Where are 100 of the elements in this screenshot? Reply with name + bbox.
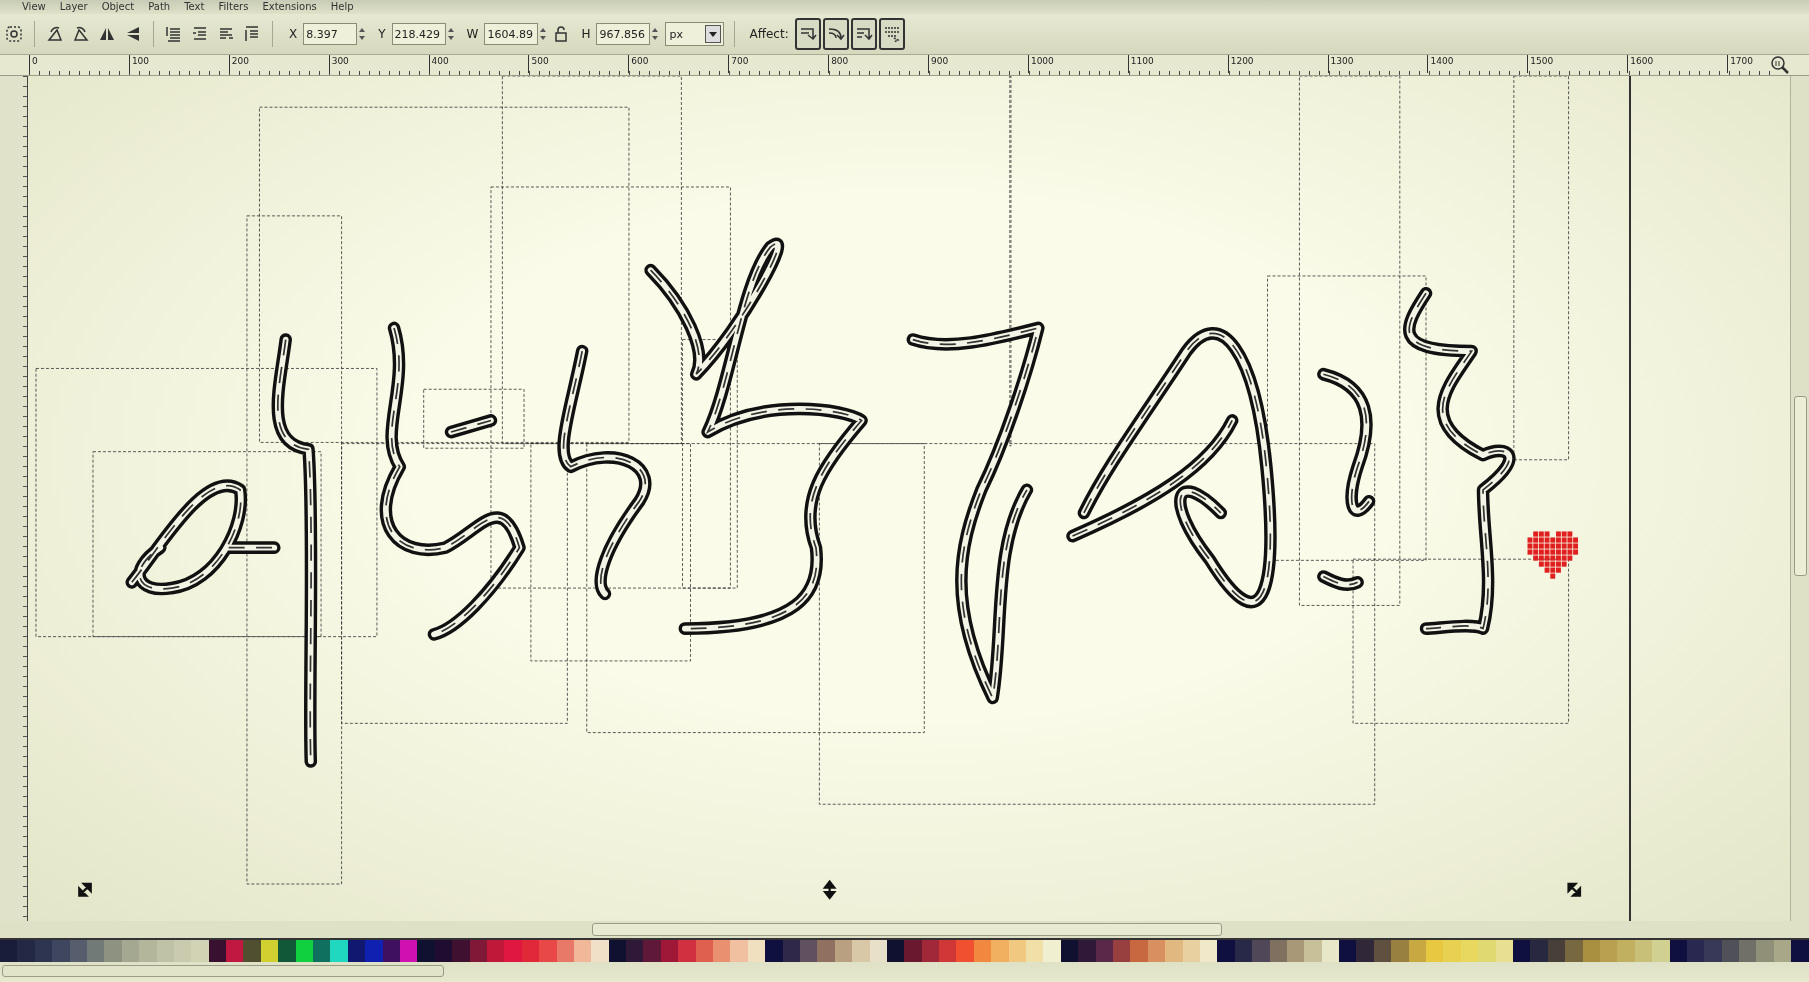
- ruler-label: 800: [828, 55, 928, 73]
- palette-scrollbar-thumb[interactable]: [2, 965, 444, 977]
- color-swatch[interactable]: [1391, 940, 1409, 962]
- horizontal-scrollbar[interactable]: [0, 921, 1809, 938]
- rotate-right-icon[interactable]: [71, 24, 91, 44]
- number-field[interactable]: 1604.89: [484, 23, 539, 45]
- color-swatch[interactable]: [1704, 940, 1722, 962]
- ruler-label: 1200: [1227, 55, 1328, 73]
- ruler-label: 1500: [1527, 55, 1628, 73]
- color-swatch[interactable]: [1130, 940, 1148, 962]
- color-swatch[interactable]: [1565, 940, 1583, 962]
- menu-item[interactable]: View: [22, 0, 46, 14]
- color-swatch[interactable]: [452, 940, 470, 962]
- color-swatch[interactable]: [1617, 940, 1635, 962]
- color-swatch[interactable]: [591, 940, 609, 962]
- color-swatch[interactable]: [504, 940, 522, 962]
- field-label: W: [466, 27, 479, 41]
- ruler-label: 1400: [1427, 55, 1528, 73]
- color-swatch[interactable]: [0, 940, 18, 962]
- color-swatch[interactable]: [1530, 940, 1548, 962]
- color-swatch[interactable]: [1043, 940, 1061, 962]
- color-swatch[interactable]: [1113, 940, 1131, 962]
- color-swatch[interactable]: [1165, 940, 1183, 962]
- color-swatch[interactable]: [104, 940, 122, 962]
- color-swatch[interactable]: [1252, 940, 1270, 962]
- color-swatch[interactable]: [904, 940, 922, 962]
- number-field[interactable]: 218.429: [391, 23, 446, 45]
- color-swatch[interactable]: [243, 940, 261, 962]
- color-swatch[interactable]: [1426, 940, 1444, 962]
- toggle-button[interactable]: [850, 18, 877, 50]
- field-label: Y: [378, 27, 386, 41]
- color-swatch[interactable]: [1478, 940, 1496, 962]
- color-swatch[interactable]: [817, 940, 835, 962]
- ruler-label: 1600: [1627, 55, 1728, 73]
- color-swatch[interactable]: [226, 940, 244, 962]
- rotate-left-icon[interactable]: [45, 24, 65, 44]
- toggle-button[interactable]: [794, 18, 821, 50]
- vertical-scrollbar[interactable]: [1790, 76, 1809, 921]
- ruler-label: 0: [29, 55, 129, 73]
- menu-item[interactable]: Text: [184, 0, 205, 14]
- ruler-label: 500: [528, 55, 629, 73]
- color-swatch[interactable]: [1756, 940, 1774, 962]
- color-swatch[interactable]: [1217, 940, 1235, 962]
- field-label: X: [289, 27, 298, 41]
- color-swatch[interactable]: [191, 940, 209, 962]
- color-swatch[interactable]: [313, 940, 331, 962]
- menu-item[interactable]: Layer: [59, 0, 88, 14]
- affect-label: Affect:: [749, 27, 789, 41]
- color-swatch[interactable]: [365, 940, 383, 962]
- color-swatch[interactable]: [1304, 940, 1322, 962]
- snap-icon[interactable]: [4, 24, 24, 44]
- color-swatch[interactable]: [539, 940, 557, 962]
- menu-item[interactable]: Extensions: [262, 0, 317, 14]
- zoom-icon[interactable]: [1770, 55, 1790, 75]
- ruler-label: 100: [128, 55, 229, 73]
- color-swatch[interactable]: [17, 940, 35, 962]
- ruler-label: 1000: [1027, 55, 1128, 73]
- ruler-label: 900: [928, 55, 1028, 73]
- toggle-button[interactable]: [878, 18, 905, 50]
- color-swatch[interactable]: [991, 940, 1009, 962]
- color-swatch[interactable]: [643, 940, 661, 962]
- color-swatch[interactable]: [713, 940, 731, 962]
- color-swatch[interactable]: [52, 940, 70, 962]
- menu-item[interactable]: Filters: [218, 0, 249, 14]
- ruler-label: 1100: [1127, 55, 1228, 73]
- ruler-label: 600: [628, 55, 729, 73]
- color-swatch[interactable]: [626, 940, 644, 962]
- color-swatch[interactable]: [1078, 940, 1096, 962]
- color-swatch[interactable]: [956, 940, 974, 962]
- ruler-label: 1700: [1727, 55, 1770, 73]
- ruler-label: 700: [728, 55, 829, 73]
- color-swatch[interactable]: [330, 940, 348, 962]
- menu-item[interactable]: Path: [148, 0, 171, 14]
- color-swatch[interactable]: [1339, 940, 1357, 962]
- scrollbar-thumb[interactable]: [1794, 396, 1807, 576]
- color-swatch[interactable]: [139, 940, 157, 962]
- color-swatch[interactable]: [1026, 940, 1044, 962]
- color-swatch[interactable]: [1652, 940, 1670, 962]
- color-swatch[interactable]: [1739, 940, 1757, 962]
- number-field[interactable]: 967.856: [596, 23, 651, 45]
- color-swatch[interactable]: [765, 940, 783, 962]
- scrollbar-thumb[interactable]: [592, 923, 1222, 936]
- ruler-label: 300: [328, 55, 429, 73]
- padlock-icon[interactable]: [553, 24, 570, 44]
- menu-item[interactable]: Object: [101, 0, 135, 14]
- color-swatch[interactable]: [730, 940, 748, 962]
- toggle-button[interactable]: [822, 18, 849, 50]
- color-swatch[interactable]: [678, 940, 696, 962]
- color-swatch[interactable]: [939, 940, 957, 962]
- color-swatch[interactable]: [1791, 940, 1809, 962]
- number-field[interactable]: 8.397: [303, 23, 358, 45]
- menu-item[interactable]: Help: [330, 0, 354, 14]
- color-swatch[interactable]: [417, 940, 435, 962]
- unit-dropdown[interactable]: px: [665, 22, 725, 46]
- field-label: H: [581, 27, 591, 41]
- ruler-label: 200: [228, 55, 329, 73]
- color-swatch[interactable]: [1443, 940, 1461, 962]
- color-swatch[interactable]: [1356, 940, 1374, 962]
- color-swatch[interactable]: [852, 940, 870, 962]
- color-swatch[interactable]: [278, 940, 296, 962]
